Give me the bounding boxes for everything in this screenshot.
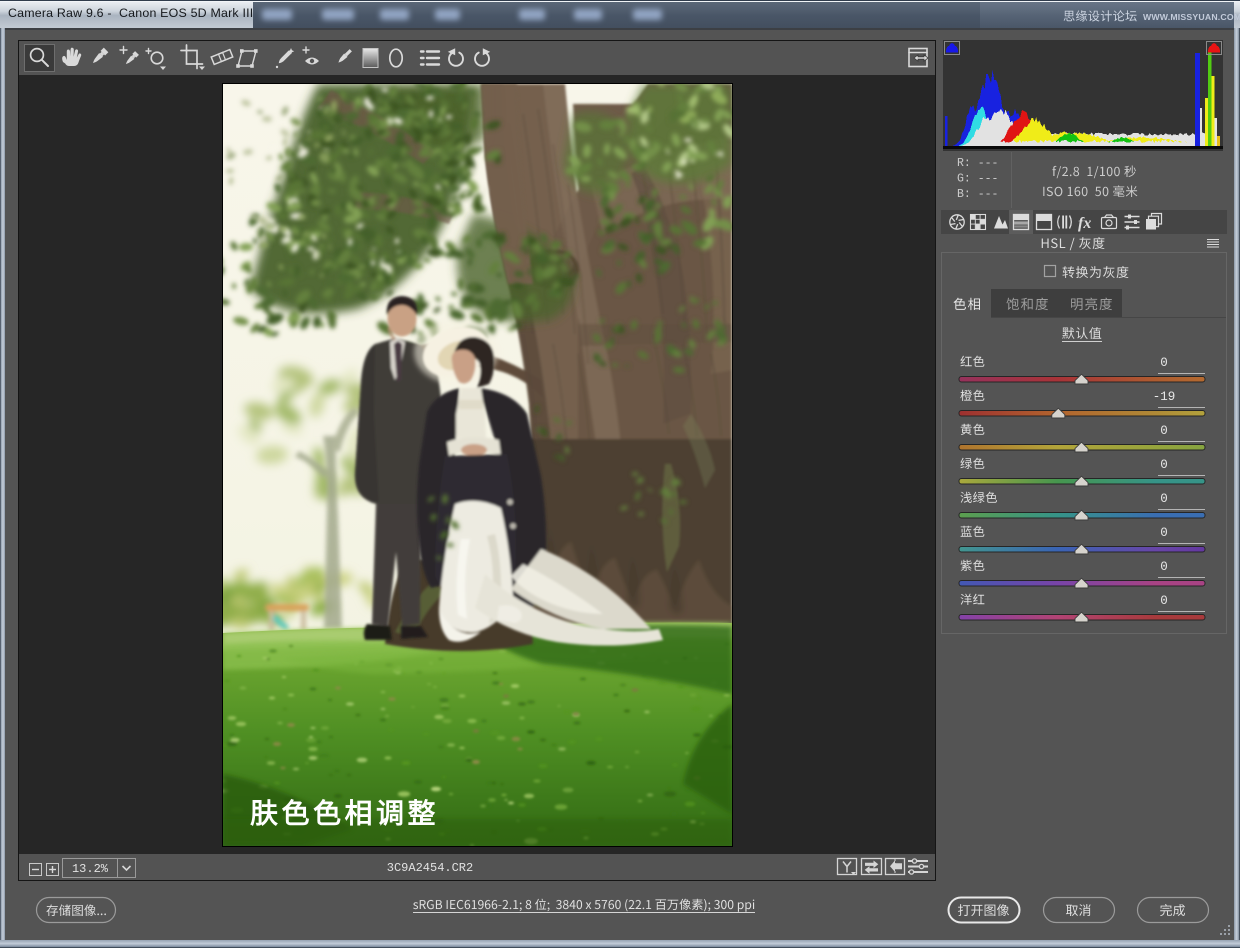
svg-text:13.2%: 13.2%: [72, 862, 109, 876]
svg-text:3C9A2454.CR2: 3C9A2454.CR2: [387, 861, 473, 875]
